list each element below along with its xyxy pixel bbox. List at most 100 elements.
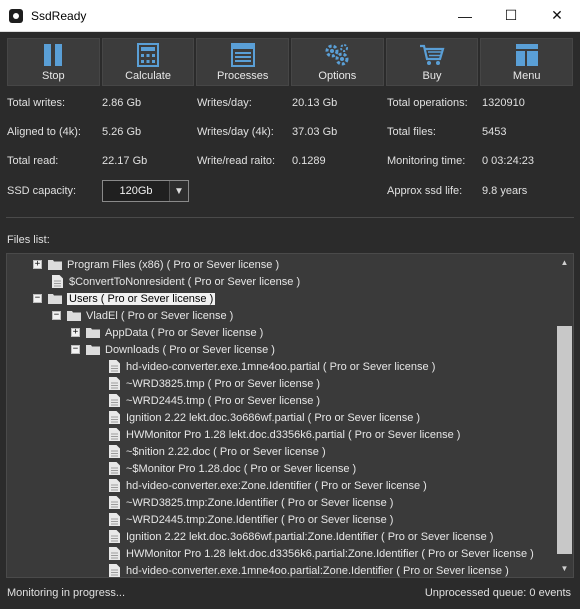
file-icon [109,394,120,407]
ssd-capacity-value: 120Gb [119,185,153,197]
file-icon [109,445,120,458]
calculate-button[interactable]: Calculate [101,38,195,86]
expand-icon[interactable]: + [33,260,42,269]
ssd-capacity-select[interactable]: 120Gb ▼ [102,180,189,202]
tree-node-program-files[interactable]: + Program Files (x86) ( Pro or Sever lic… [33,256,279,273]
tree-label: ~WRD2445.tmp ( Pro or Sever license ) [126,394,321,407]
writes-day-4k-label: Writes/day (4k): [197,126,274,138]
options-button[interactable]: Options [291,38,384,86]
collapse-icon[interactable]: − [52,311,61,320]
total-operations-value: 1320910 [482,97,525,109]
expand-icon[interactable]: + [71,328,80,337]
tree-node-file[interactable]: ~$Monitor Pro 1.28.doc ( Pro or Sever li… [109,460,356,477]
tree-label: HWMonitor Pro 1.28 lekt.doc.d3356k6.part… [126,428,461,441]
app-icon [9,8,23,23]
tree-node-file[interactable]: ~$nition 2.22.doc ( Pro or Sever license… [109,443,326,460]
tree-label: Ignition 2.22 lekt.doc.3o686wf.partial:Z… [126,530,494,543]
folder-icon [86,328,100,338]
processes-button[interactable]: Processes [196,38,290,86]
total-files-label: Total files: [387,126,436,138]
collapse-icon[interactable]: − [71,345,80,354]
total-writes-value: 2.86 Gb [102,97,142,109]
tree-label: hd-video-converter.exe.1mne4oo.partial:Z… [126,564,509,577]
tree-node-file[interactable]: ~WRD3825.tmp:Zone.Identifier ( Pro or Se… [109,494,393,511]
tree-label: ~WRD3825.tmp:Zone.Identifier ( Pro or Se… [126,496,394,509]
total-files-value: 5453 [482,126,507,138]
file-icon [52,275,63,288]
tree-node-appdata[interactable]: + AppData ( Pro or Sever license ) [71,324,263,341]
tree-node-file[interactable]: HWMonitor Pro 1.28 lekt.doc.d3356k6.part… [109,426,460,443]
tree-node-downloads[interactable]: − Downloads ( Pro or Sever license ) [71,341,275,358]
writes-day-label: Writes/day: [197,97,252,109]
tree-label: Ignition 2.22 lekt.doc.3o686wf.partial (… [126,411,421,424]
tree-label: ~$Monitor Pro 1.28.doc ( Pro or Sever li… [126,462,357,475]
monitoring-time-label: Monitoring time: [387,155,466,167]
stop-label: Stop [42,70,65,82]
approx-life-label: Approx ssd life: [387,185,463,197]
file-icon [109,513,120,526]
file-icon [109,496,120,509]
tree-node-file[interactable]: ~WRD2445.tmp ( Pro or Sever license ) [109,392,320,409]
writes-day-value: 20.13 Gb [292,97,338,109]
aligned-value: 5.26 Gb [102,126,142,138]
menu-label: Menu [512,70,541,82]
tree-label: Downloads ( Pro or Sever license ) [105,343,275,356]
processes-label: Processes [217,70,269,82]
tree-node-file[interactable]: HWMonitor Pro 1.28 lekt.doc.d3356k6.part… [109,545,534,562]
tree-label: ~WRD2445.tmp:Zone.Identifier ( Pro or Se… [126,513,394,526]
tree-node-file[interactable]: hd-video-converter.exe.1mne4oo.partial:Z… [109,562,509,577]
files-list-label: Files list: [7,234,50,246]
total-operations-label: Total operations: [387,97,468,109]
buy-button[interactable]: Buy [385,38,479,86]
file-icon [109,360,120,373]
tree-node-convert[interactable]: $ConvertToNonresident ( Pro or Sever lic… [52,273,300,290]
close-button[interactable]: ✕ [534,0,580,31]
folder-icon [67,311,81,321]
gears-icon [324,42,350,68]
scroll-down-icon[interactable]: ▼ [556,560,573,577]
stop-button[interactable]: Stop [7,38,100,86]
menu-button[interactable]: Menu [480,38,574,86]
tree-node-file[interactable]: hd-video-converter.exe.1mne4oo.partial (… [109,358,435,375]
divider [6,217,574,218]
window-controls: — ☐ ✕ [442,0,580,31]
file-icon [109,530,120,543]
files-tree[interactable]: + Program Files (x86) ( Pro or Sever lic… [6,253,574,578]
folder-icon [48,294,62,304]
tree-node-vladel[interactable]: − VladEl ( Pro or Sever license ) [52,307,233,324]
tree-node-file[interactable]: ~WRD3825.tmp ( Pro or Sever license ) [109,375,320,392]
total-read-value: 22.17 Gb [102,155,148,167]
writes-day-4k-value: 37.03 Gb [292,126,338,138]
vertical-scrollbar[interactable]: ▲ ▼ [556,254,573,577]
ssd-capacity-label: SSD capacity: [7,185,77,197]
queue-status: Unprocessed queue: 0 events [424,587,571,599]
calculator-icon [137,42,159,68]
file-icon [109,462,120,475]
tree-node-file[interactable]: Ignition 2.22 lekt.doc.3o686wf.partial:Z… [109,528,493,545]
tree-node-file[interactable]: hd-video-converter.exe:Zone.Identifier (… [109,477,427,494]
tree-node-file[interactable]: Ignition 2.22 lekt.doc.3o686wf.partial (… [109,409,420,426]
aligned-label: Aligned to (4k): [7,126,81,138]
tree-label: ~WRD3825.tmp ( Pro or Sever license ) [126,377,321,390]
collapse-icon[interactable]: − [33,294,42,303]
file-icon [109,479,120,492]
scroll-up-icon[interactable]: ▲ [556,254,573,271]
maximize-button[interactable]: ☐ [488,0,534,31]
write-read-ratio-label: Write/read raito: [197,155,276,167]
pause-icon [41,42,65,68]
write-read-ratio-value: 0.1289 [292,155,326,167]
tree-label: hd-video-converter.exe:Zone.Identifier (… [126,479,427,492]
scroll-thumb[interactable] [557,326,572,554]
tree-label: Program Files (x86) ( Pro or Sever licen… [67,258,280,271]
cart-icon [419,42,445,68]
tree-node-file[interactable]: ~WRD2445.tmp:Zone.Identifier ( Pro or Se… [109,511,393,528]
toolbar: Stop Calculate Processes Options Buy Men… [7,38,574,86]
buy-label: Buy [422,70,442,82]
tree-label: HWMonitor Pro 1.28 lekt.doc.d3356k6.part… [126,547,534,560]
folder-icon [86,345,100,355]
total-writes-label: Total writes: [7,97,66,109]
tree-label-selected: Users ( Pro or Sever license ) [67,292,216,305]
tree-node-users[interactable]: − Users ( Pro or Sever license ) [33,290,216,307]
chevron-down-icon[interactable]: ▼ [169,181,188,201]
minimize-button[interactable]: — [442,0,488,31]
